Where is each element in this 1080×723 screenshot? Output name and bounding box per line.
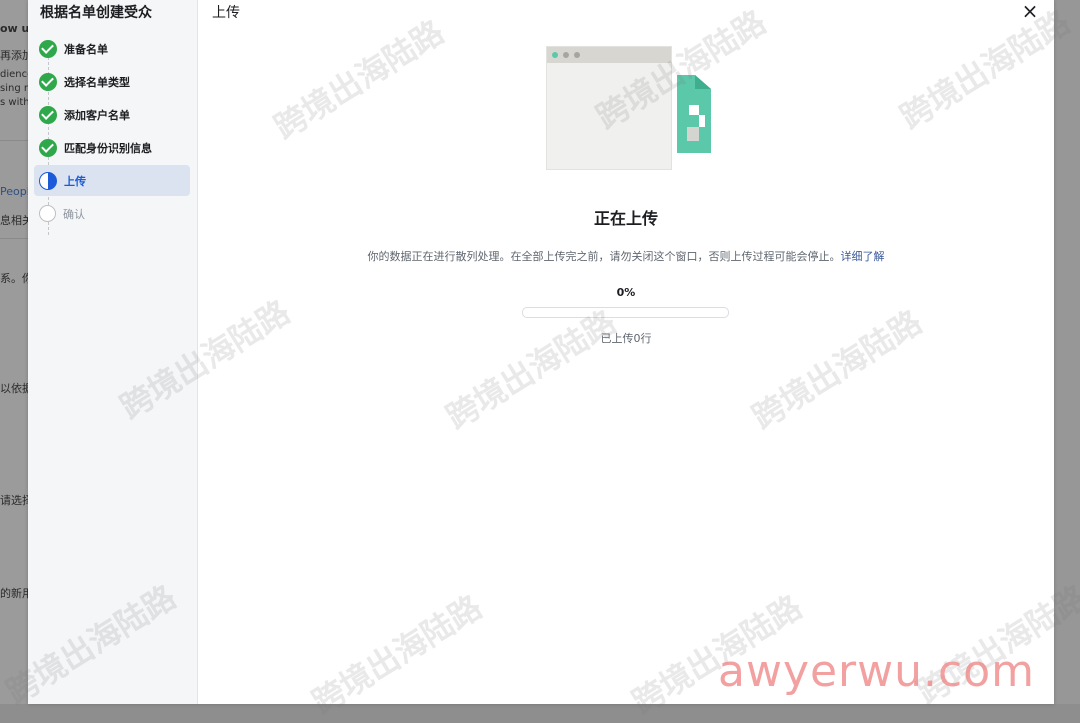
bg-text: s with [0,97,28,108]
step-confirm: 确认 [34,198,190,229]
step-upload[interactable]: 上传 [34,165,190,196]
upload-description: 你的数据正在进行散列处理。在全部上传完之前，请勿关闭这个窗口，否则上传过程可能会… [198,248,1054,264]
background-scroll-area [1054,0,1080,704]
browser-window-illustration [546,46,672,170]
document-file-icon [677,75,711,153]
window-dot-icon [563,52,569,58]
step-match-identifiers[interactable]: 匹配身份识别信息 [34,132,190,163]
empty-circle-icon [39,205,56,222]
bg-divider [0,238,28,239]
browser-toolbar-illustration [547,47,671,63]
upload-modal: 根据名单创建受众 准备名单 选择名单类型 添加客户名单 匹配身份识别信息 上传 [28,0,1054,704]
close-icon[interactable]: × [1020,1,1040,22]
upload-heading: 正在上传 [593,209,658,228]
step-label: 添加客户名单 [64,108,130,122]
bg-divider [0,140,28,141]
step-label: 准备名单 [64,42,108,56]
progress-percent: 0% [616,286,636,299]
step-add-customer-list[interactable]: 添加客户名单 [34,99,190,130]
window-dot-icon [574,52,580,58]
step-label: 匹配身份识别信息 [64,141,152,155]
description-text: 你的数据正在进行散列处理。在全部上传完之前，请勿关闭这个窗口，否则上传过程可能会… [367,250,841,263]
step-choose-list-type[interactable]: 选择名单类型 [34,66,190,97]
steps-sidebar: 根据名单创建受众 准备名单 选择名单类型 添加客户名单 匹配身份识别信息 上传 [28,0,198,704]
check-circle-icon [39,72,57,91]
window-dot-icon [552,52,558,58]
bg-text: ow us [0,22,28,35]
bg-text: 息相关 [0,214,28,227]
bg-link: People [0,185,28,198]
sidebar-title: 根据名单创建受众 [40,5,152,21]
step-label: 上传 [64,174,86,188]
check-circle-icon [39,105,57,124]
bg-text: dience [0,69,28,80]
upload-illustration [546,46,714,170]
bg-text: 系。你 [0,272,28,285]
uploaded-rows-text: 已上传0行 [600,332,652,345]
check-circle-icon [39,138,57,157]
learn-more-link[interactable]: 详细了解 [841,250,885,263]
step-prepare-list[interactable]: 准备名单 [34,33,190,64]
dialog-title: 上传 [212,5,240,21]
background-left-content: ow us 再添加 dience sing re s with People 息… [0,0,28,704]
bg-text: 请选择 [0,494,28,507]
step-label: 确认 [63,207,85,221]
check-circle-icon [39,39,57,58]
steps-list: 准备名单 选择名单类型 添加客户名单 匹配身份识别信息 上传 确认 [34,33,190,235]
half-circle-progress-icon [39,171,57,190]
bg-text: 以依据 [0,382,28,395]
upload-main-panel: 上传 × 正在上传 你的数据正在进行散列处理。在全部上传完之前，请勿关闭这个窗口… [198,0,1054,704]
upload-progress-bar [522,307,729,318]
bg-text: 再添加 [0,49,28,62]
bg-text: sing re [0,83,28,94]
bg-text: 的新用 [0,587,28,600]
step-label: 选择名单类型 [64,75,130,89]
